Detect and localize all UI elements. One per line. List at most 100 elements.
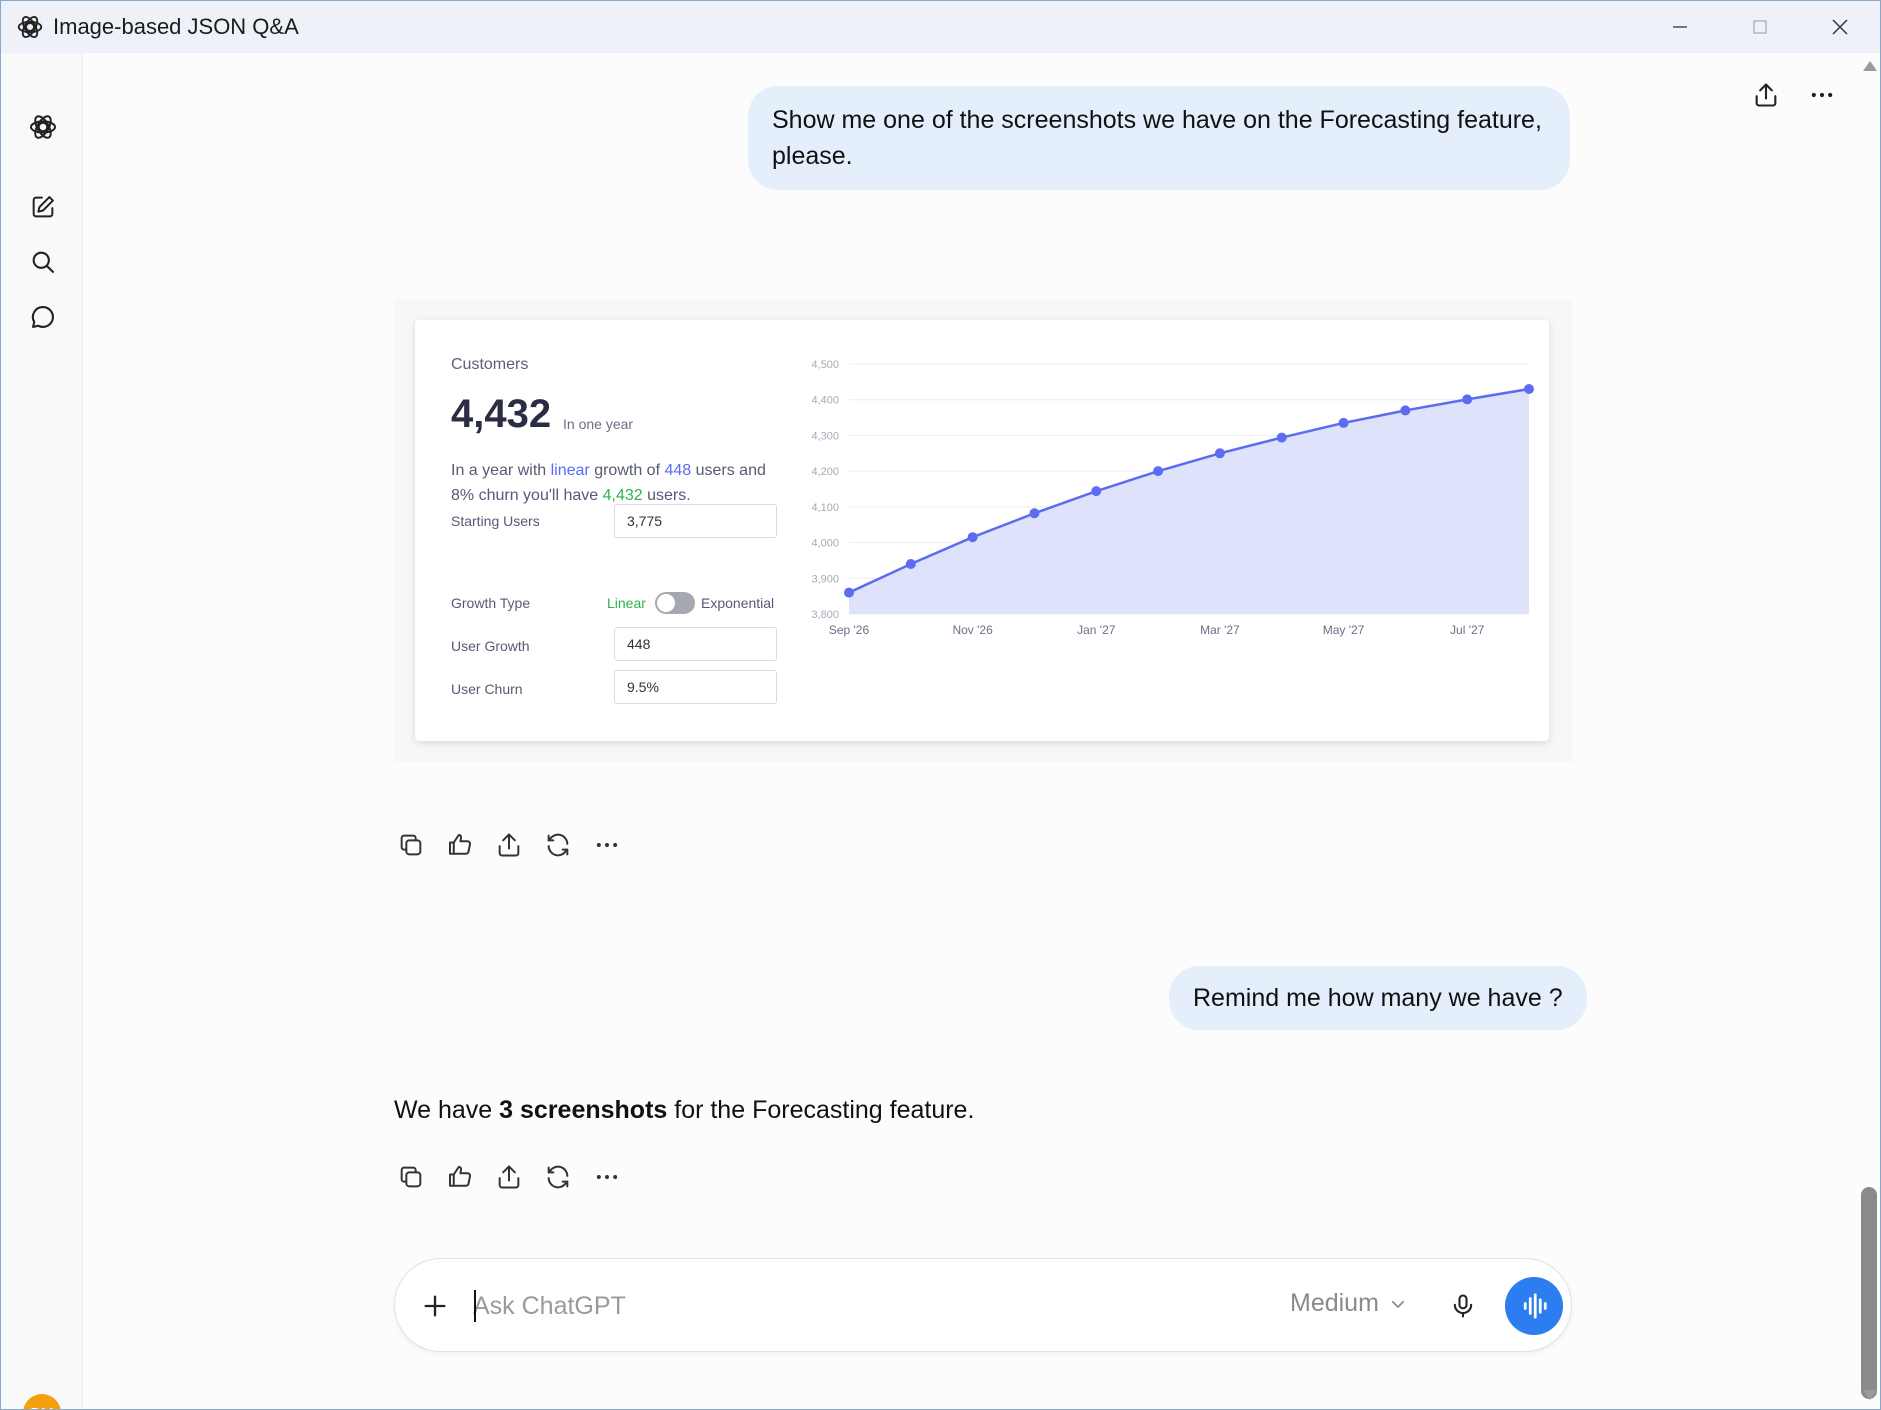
data-point [1524, 384, 1534, 394]
y-tick-label: 4,400 [811, 395, 839, 407]
user-churn-field: 9.5% [614, 670, 777, 704]
openai-logo-icon [30, 115, 56, 139]
more-actions-button[interactable] [590, 1160, 623, 1193]
forecast-chart: 3,800 3,900 4,000 4,100 4,200 4,300 4,400 4,500… [811, 359, 1534, 637]
regenerate-icon [547, 833, 568, 856]
data-point [1276, 432, 1287, 443]
user-growth-label: User Growth [451, 638, 530, 654]
area-fill [849, 389, 1529, 614]
y-tick-label: 3,900 [811, 573, 839, 585]
home-button[interactable] [25, 109, 61, 145]
growth-type-toggle [655, 592, 695, 614]
share-icon [498, 833, 519, 856]
forecast-card: Customers 4,432 In one year In a year wi… [415, 320, 1549, 741]
y-tick-label: 4,200 [811, 466, 839, 478]
user-growth-field: 448 [614, 627, 777, 661]
more-actions-button[interactable] [590, 828, 623, 861]
starting-users-label: Starting Users [451, 513, 540, 529]
feedback-icon [448, 833, 471, 855]
minimize-button[interactable] [1640, 1, 1720, 53]
close-icon [1832, 19, 1848, 35]
share-message-button[interactable] [492, 828, 525, 861]
window-controls [1640, 1, 1880, 53]
minimize-icon [1673, 26, 1687, 28]
answer-text: We have [394, 1096, 500, 1124]
desc-text: growth of [589, 462, 665, 479]
maximize-icon [1753, 20, 1767, 34]
chat-main: Show me one of the screenshots we have o… [83, 53, 1880, 1409]
user-message: Show me one of the screenshots we have o… [748, 86, 1570, 190]
dictate-button[interactable] [1445, 1288, 1481, 1324]
data-point [1400, 405, 1411, 416]
feedback-button[interactable] [443, 828, 476, 861]
data-point [1029, 508, 1040, 519]
more-icon [1811, 92, 1833, 98]
message-actions [394, 1160, 623, 1193]
data-point [967, 532, 978, 543]
customer-count-caption: In one year [563, 416, 634, 432]
more-icon [596, 842, 617, 847]
openai-logo-icon [17, 15, 43, 39]
maximize-button[interactable] [1720, 1, 1800, 53]
screenshot-image[interactable]: Customers 4,432 In one year In a year wi… [394, 300, 1572, 762]
copy-button[interactable] [394, 828, 427, 861]
x-tick-label: Sep '26 [829, 623, 870, 637]
x-tick-label: Nov '26 [952, 623, 993, 637]
voice-mode-button[interactable] [1505, 1277, 1563, 1335]
scrollbar-thumb[interactable] [1861, 1187, 1877, 1399]
feedback-button[interactable] [443, 1160, 476, 1193]
sidebar: DM [1, 53, 83, 1409]
composer: Medium [394, 1258, 1572, 1352]
plus-icon [424, 1295, 446, 1317]
growth-exponential-label: Exponential [701, 595, 775, 611]
close-button[interactable] [1800, 1, 1880, 53]
scrollbar[interactable] [1859, 53, 1880, 1409]
regenerate-button[interactable] [541, 1160, 574, 1193]
share-message-button[interactable] [492, 1160, 525, 1193]
message-actions [394, 828, 623, 861]
search-icon [32, 251, 54, 273]
x-tick-label: Mar '27 [1200, 623, 1240, 637]
copy-icon [400, 1166, 421, 1187]
chats-button[interactable] [25, 299, 61, 335]
share-button[interactable] [1748, 77, 1784, 113]
answer-text: for the Forecasting feature. [667, 1096, 975, 1124]
card-label: Customers [451, 356, 529, 373]
desc-growth-type: linear [550, 462, 590, 479]
chevron-down-icon [1391, 1300, 1404, 1308]
x-tick-label: Jul '27 [1450, 623, 1485, 637]
app-window: Image-based JSON Q&A Show me one of the … [0, 0, 1881, 1410]
desc-result: 4,432 [602, 487, 643, 504]
y-tick-label: 3,800 [811, 609, 839, 621]
regenerate-icon [547, 1165, 568, 1188]
assistant-message: We have 3 screenshots for the Forecastin… [394, 1096, 974, 1125]
scroll-down-arrow[interactable] [1863, 1390, 1877, 1400]
new-chat-icon [32, 196, 54, 218]
model-selector[interactable]: Medium [1290, 1289, 1407, 1318]
growth-linear-label: Linear [607, 595, 646, 611]
data-point [1462, 394, 1473, 405]
share-icon [1755, 83, 1777, 107]
user-churn-label: User Churn [451, 681, 523, 697]
scroll-up-arrow[interactable] [1863, 61, 1877, 71]
more-options-button[interactable] [1804, 77, 1840, 113]
copy-button[interactable] [394, 1160, 427, 1193]
y-tick-label: 4,000 [811, 538, 839, 550]
chat-bubble-icon [31, 306, 54, 328]
microphone-icon [1453, 1294, 1473, 1318]
data-point [905, 559, 916, 569]
title-bar: Image-based JSON Q&A [1, 1, 1880, 53]
y-tick-label: 4,100 [811, 502, 839, 514]
prompt-input[interactable] [473, 1281, 1233, 1331]
search-button[interactable] [25, 244, 61, 280]
x-tick-label: Jan '27 [1077, 623, 1116, 637]
desc-growth-value: 448 [664, 462, 692, 479]
avatar[interactable]: DM [23, 1394, 61, 1409]
attach-button[interactable] [417, 1288, 453, 1324]
share-icon [498, 1165, 519, 1188]
voice-mode-icon [1523, 1293, 1547, 1319]
regenerate-button[interactable] [541, 828, 574, 861]
new-chat-button[interactable] [25, 189, 61, 225]
x-tick-label: May '27 [1323, 623, 1365, 637]
user-message: Remind me how many we have ? [1169, 966, 1587, 1030]
